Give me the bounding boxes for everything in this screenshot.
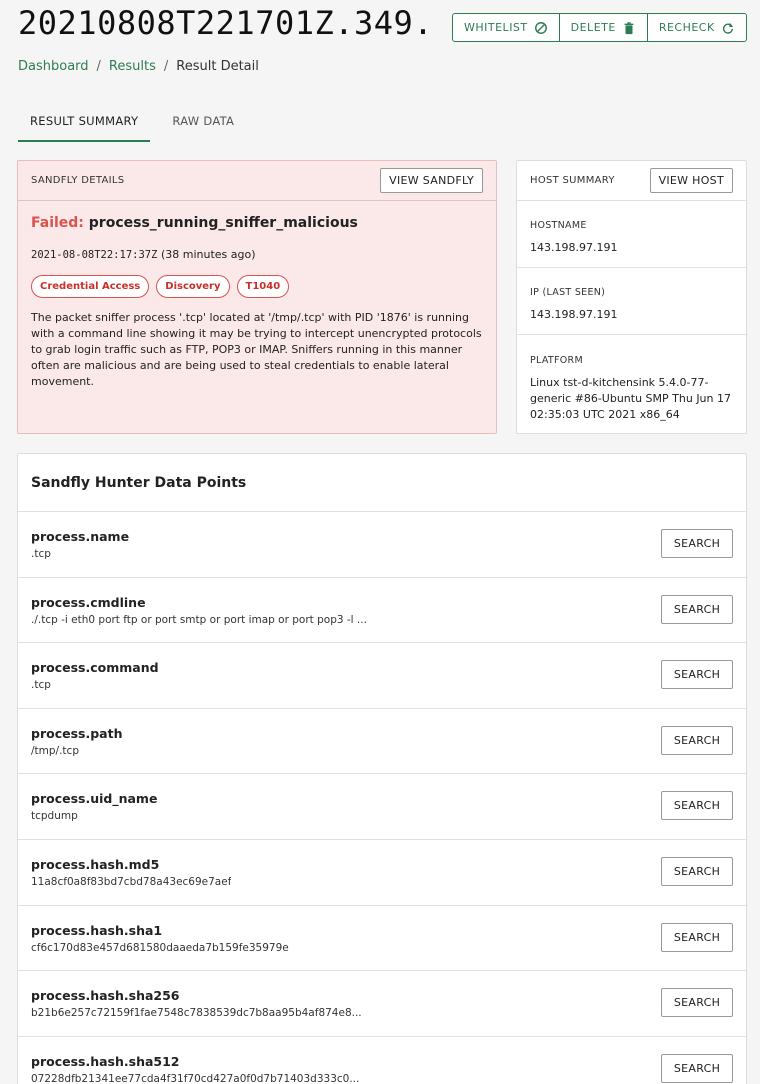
data-point-row: process.cmdline ./.tcp -i eth0 port ftp … bbox=[18, 578, 746, 644]
search-button[interactable]: SEARCH bbox=[661, 660, 733, 690]
delete-label: DELETE bbox=[570, 21, 616, 34]
data-point-value: 07228dfb21341ee77cda4f31f70cd427a0f0d7b7… bbox=[31, 1072, 360, 1084]
data-point-name: process.hash.sha256 bbox=[31, 988, 180, 1004]
breadcrumb-current: Result Detail bbox=[176, 59, 259, 74]
failed-status: Failed: bbox=[31, 215, 84, 231]
sandfly-details-title: SANDFLY DETAILS bbox=[31, 175, 125, 186]
view-host-button[interactable]: VIEW HOST bbox=[649, 168, 733, 193]
data-point-row: process.hash.md5 11a8cf0a8f83bd7cbd78a43… bbox=[18, 840, 746, 906]
data-points-title: Sandfly Hunter Data Points bbox=[18, 454, 746, 512]
page-title: 20210808T221701Z.349... bbox=[18, 4, 438, 42]
data-point-value: .tcp bbox=[31, 548, 51, 560]
ip-label: IP (LAST SEEN) bbox=[530, 287, 606, 298]
data-point-row: process.uid_name tcpdump SEARCH bbox=[18, 774, 746, 840]
data-point-row: process.name .tcp SEARCH bbox=[18, 512, 746, 578]
data-point-name: process.hash.sha512 bbox=[31, 1053, 180, 1069]
recheck-label: RECHECK bbox=[658, 21, 715, 34]
hostname-section: HOSTNAME 143.198.97.191 bbox=[517, 201, 746, 268]
search-button[interactable]: SEARCH bbox=[661, 594, 733, 624]
recheck-button[interactable]: RECHECK bbox=[648, 14, 746, 41]
data-point-name: process.path bbox=[31, 725, 123, 741]
data-point-name: process.hash.md5 bbox=[31, 856, 160, 872]
breadcrumb-separator: / bbox=[96, 59, 101, 74]
block-icon bbox=[534, 21, 547, 34]
sandfly-details-card: SANDFLY DETAILS VIEW SANDFLY Failed: pro… bbox=[17, 160, 497, 434]
delete-button[interactable]: DELETE bbox=[560, 14, 648, 41]
refresh-icon bbox=[722, 22, 733, 34]
tag-discovery[interactable]: Discovery bbox=[156, 275, 230, 298]
ip-section: IP (LAST SEEN) 143.198.97.191 bbox=[517, 268, 746, 335]
search-button[interactable]: SEARCH bbox=[661, 725, 733, 755]
data-point-row: process.hash.sha256 b21b6e257c72159f1fae… bbox=[18, 971, 746, 1037]
search-button[interactable]: SEARCH bbox=[661, 988, 733, 1018]
whitelist-label: WHITELIST bbox=[464, 21, 528, 34]
tag-list: Credential Access Discovery T1040 bbox=[31, 275, 483, 298]
tab-bar: RESULT SUMMARY RAW DATA bbox=[18, 104, 246, 142]
tab-raw-data[interactable]: RAW DATA bbox=[160, 104, 246, 142]
data-point-name: process.command bbox=[31, 660, 159, 676]
host-summary-header: HOST SUMMARY VIEW HOST bbox=[517, 161, 746, 201]
breadcrumb-separator: / bbox=[163, 59, 169, 74]
search-button[interactable]: SEARCH bbox=[661, 529, 733, 558]
action-button-group: WHITELIST DELETE RECHECK bbox=[452, 13, 747, 42]
sandfly-timestamp-line: 2021-08-08T22:17:37Z (38 minutes ago) bbox=[31, 248, 483, 261]
tag-credential-access[interactable]: Credential Access bbox=[31, 275, 150, 298]
data-point-value: cf6c170d83e457d681580daaeda7b159fe35979e bbox=[31, 941, 289, 954]
data-point-row: process.path /tmp/.tcp SEARCH bbox=[18, 709, 746, 775]
data-point-row: process.hash.sha1 cf6c170d83e457d681580d… bbox=[18, 906, 746, 972]
ip-value: 143.198.97.191 bbox=[530, 308, 618, 321]
data-point-name: process.name bbox=[31, 529, 130, 544]
hostname-label: HOSTNAME bbox=[530, 220, 587, 231]
platform-section: PLATFORM Linux tst-d-kitchensink 5.4.0-7… bbox=[517, 335, 746, 423]
search-button[interactable]: SEARCH bbox=[661, 1053, 733, 1083]
data-point-value: /tmp/.tcp bbox=[31, 744, 79, 757]
breadcrumb-results[interactable]: Results bbox=[109, 59, 156, 74]
tab-result-summary[interactable]: RESULT SUMMARY bbox=[18, 104, 151, 142]
sandfly-details-header: SANDFLY DETAILS VIEW SANDFLY bbox=[18, 161, 496, 201]
data-point-value: 11a8cf0a8f83bd7cbd78a43ec69e7aef bbox=[31, 875, 232, 888]
platform-label: PLATFORM bbox=[530, 355, 583, 366]
sandfly-name: process_running_sniffer_malicious bbox=[88, 215, 358, 231]
sandfly-timestamp: 2021-08-08T22:17:37Z bbox=[31, 249, 158, 261]
data-point-value: .tcp bbox=[31, 679, 51, 692]
data-point-row: process.command .tcp SEARCH bbox=[18, 643, 746, 709]
data-point-row: process.hash.sha512 07228dfb21341ee77cda… bbox=[18, 1037, 746, 1084]
sandfly-description: The packet sniffer process '.tcp' locate… bbox=[31, 311, 482, 388]
tag-t1040[interactable]: T1040 bbox=[236, 275, 290, 298]
search-button[interactable]: SEARCH bbox=[661, 922, 733, 952]
host-summary-card: HOST SUMMARY VIEW HOST HOSTNAME 143.198.… bbox=[516, 160, 747, 434]
data-point-value: tcpdump bbox=[31, 810, 78, 823]
hostname-value: 143.198.97.191 bbox=[530, 241, 618, 254]
sandfly-result-title: Failed: process_running_sniffer_maliciou… bbox=[31, 215, 483, 231]
search-button[interactable]: SEARCH bbox=[661, 856, 733, 886]
data-point-value: ./.tcp -i eth0 port ftp or port smtp or … bbox=[31, 613, 367, 626]
data-point-value: b21b6e257c72159f1fae7548c7838539dc7b8aa9… bbox=[31, 1007, 362, 1020]
breadcrumb-dashboard[interactable]: Dashboard bbox=[18, 59, 89, 74]
trash-icon bbox=[624, 21, 634, 34]
data-points-card: Sandfly Hunter Data Points process.name … bbox=[17, 453, 747, 1084]
whitelist-button[interactable]: WHITELIST bbox=[453, 14, 560, 41]
sandfly-relative-time: (38 minutes ago) bbox=[160, 248, 256, 261]
platform-value: Linux tst-d-kitchensink 5.4.0-77-generic… bbox=[530, 376, 731, 421]
data-point-name: process.uid_name bbox=[31, 791, 158, 807]
host-summary-title: HOST SUMMARY bbox=[530, 175, 615, 186]
view-sandfly-button[interactable]: VIEW SANDFLY bbox=[380, 168, 483, 193]
search-button[interactable]: SEARCH bbox=[661, 791, 733, 821]
data-point-name: process.hash.sha1 bbox=[31, 922, 163, 938]
data-point-name: process.cmdline bbox=[31, 594, 146, 610]
breadcrumb: Dashboard / Results / Result Detail bbox=[18, 59, 259, 74]
